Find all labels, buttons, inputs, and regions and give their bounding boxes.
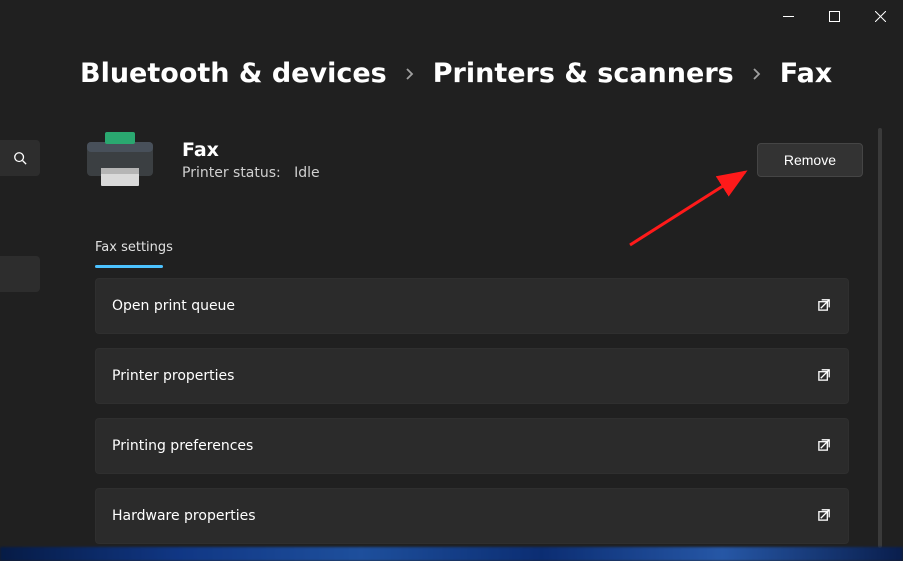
printing-preferences-row[interactable]: Printing preferences bbox=[95, 418, 849, 474]
device-status: Printer status: Idle bbox=[182, 165, 320, 181]
collapsed-nav-rail bbox=[0, 140, 40, 292]
remove-button[interactable]: Remove bbox=[757, 143, 863, 177]
open-external-icon bbox=[817, 437, 832, 456]
row-label: Hardware properties bbox=[112, 508, 256, 524]
scrollbar[interactable] bbox=[878, 128, 882, 548]
chevron-right-icon bbox=[405, 67, 415, 81]
row-label: Open print queue bbox=[112, 298, 235, 314]
open-external-icon bbox=[817, 297, 832, 316]
printer-icon bbox=[80, 125, 160, 195]
breadcrumb-level2[interactable]: Printers & scanners bbox=[433, 58, 734, 89]
open-print-queue-row[interactable]: Open print queue bbox=[95, 278, 849, 334]
settings-list: Open print queue Printer properties Prin… bbox=[95, 278, 849, 544]
taskbar-glow bbox=[0, 547, 903, 561]
breadcrumb-current: Fax bbox=[780, 58, 833, 89]
breadcrumb: Bluetooth & devices Printers & scanners … bbox=[80, 58, 832, 89]
close-button[interactable] bbox=[857, 0, 903, 32]
chevron-right-icon bbox=[752, 67, 762, 81]
minimize-button[interactable] bbox=[765, 0, 811, 32]
window-title-bar bbox=[0, 0, 903, 32]
breadcrumb-level1[interactable]: Bluetooth & devices bbox=[80, 58, 387, 89]
open-external-icon bbox=[817, 507, 832, 526]
section-underline bbox=[95, 265, 163, 268]
row-label: Printing preferences bbox=[112, 438, 253, 454]
device-name: Fax bbox=[182, 139, 320, 161]
hardware-properties-row[interactable]: Hardware properties bbox=[95, 488, 849, 544]
device-status-value: Idle bbox=[294, 165, 320, 181]
nav-stub[interactable] bbox=[0, 256, 40, 292]
open-external-icon bbox=[817, 367, 832, 386]
search-nav-stub[interactable] bbox=[0, 140, 40, 176]
printer-properties-row[interactable]: Printer properties bbox=[95, 348, 849, 404]
maximize-button[interactable] bbox=[811, 0, 857, 32]
row-label: Printer properties bbox=[112, 368, 234, 384]
section-heading: Fax settings bbox=[95, 240, 173, 255]
device-header: Fax Printer status: Idle Remove bbox=[80, 125, 863, 195]
device-status-label: Printer status: bbox=[182, 165, 281, 181]
